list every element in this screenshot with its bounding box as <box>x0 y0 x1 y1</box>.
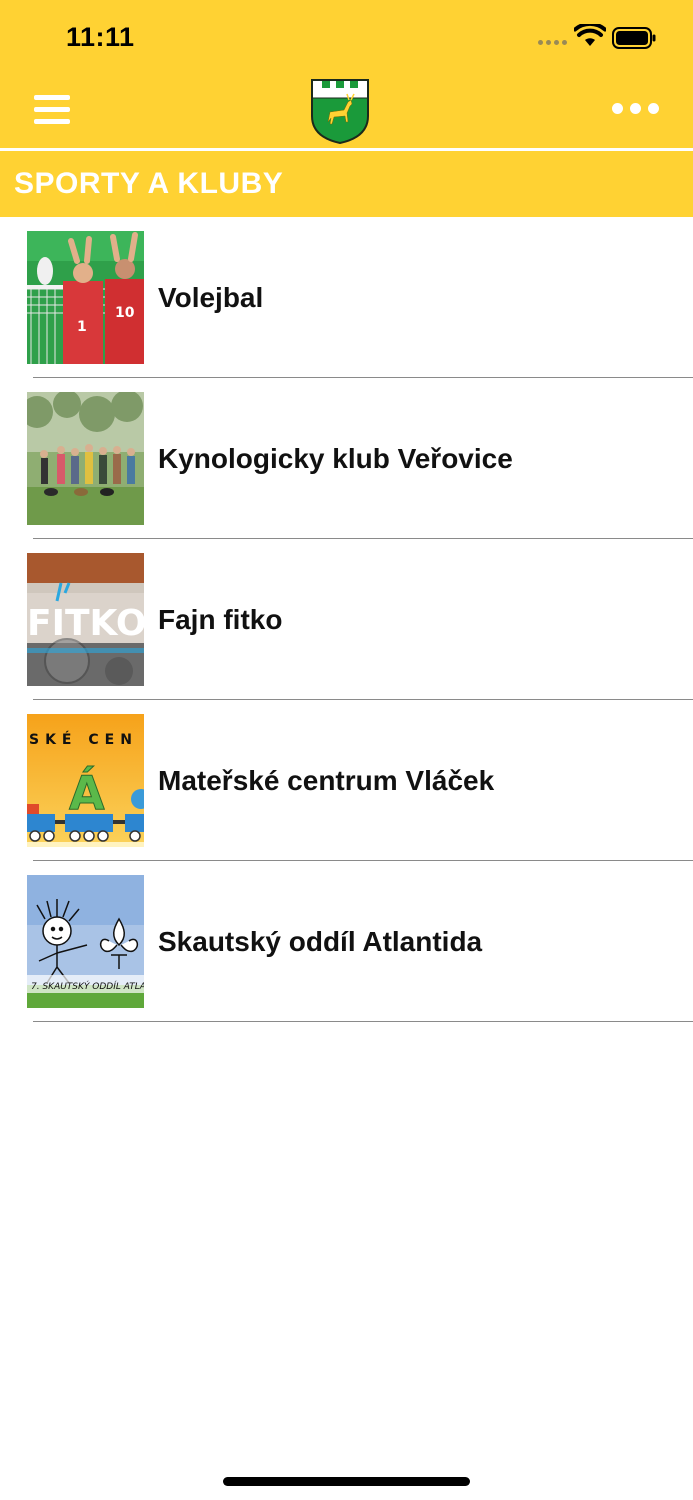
train-thumbnail: SKÉ CEN Á <box>27 714 144 847</box>
volleyball-thumbnail: 1 10 <box>27 231 144 364</box>
list-item-label: Volejbal <box>158 282 264 313</box>
svg-text:SKÉ CEN: SKÉ CEN <box>29 731 138 748</box>
ellipsis-more-icon <box>612 103 623 114</box>
list-item[interactable]: SKÉ CEN Á Mateřské centrum Vláček <box>0 700 693 861</box>
svg-text:7. SKAUTSKÝ ODDÍL ATLANTIDA: 7. SKAUTSKÝ ODDÍL ATLANTIDA <box>31 980 144 992</box>
row-divider <box>33 1021 693 1022</box>
cellular-signal-icon <box>538 40 567 45</box>
scout-thumbnail: 7. SKAUTSKÝ ODDÍL ATLANTIDA <box>27 875 144 1008</box>
list-item-label: Skautský oddíl Atlantida <box>158 926 483 957</box>
list-item[interactable]: FITKO Fajn fitko <box>0 539 693 700</box>
list-item[interactable]: 1 10 Volejbal <box>0 217 693 378</box>
clubs-list: 1 10 Volejbal Kynologicky klub Veřovice … <box>0 217 693 1022</box>
wifi-icon <box>574 24 606 46</box>
hamburger-menu-icon <box>34 95 70 100</box>
list-item-label: Fajn fitko <box>158 604 283 635</box>
svg-text:1: 1 <box>77 319 87 335</box>
list-item-label: Mateřské centrum Vláček <box>158 765 495 796</box>
svg-text:FITKO: FITKO <box>27 603 144 644</box>
list-item-label: Kynologicky klub Veřovice <box>158 443 513 474</box>
list-item[interactable]: Kynologicky klub Veřovice <box>0 378 693 539</box>
home-indicator[interactable] <box>223 1477 470 1486</box>
section-header: SPORTY A KLUBY <box>0 151 693 217</box>
section-title: SPORTY A KLUBY <box>14 167 284 200</box>
menu-button[interactable] <box>34 95 70 125</box>
dog-club-thumbnail <box>27 392 144 525</box>
svg-text:10: 10 <box>115 305 135 321</box>
coat-of-arms-logo <box>311 79 369 144</box>
list-item[interactable]: 7. SKAUTSKÝ ODDÍL ATLANTIDA Skautský odd… <box>0 861 693 1022</box>
navigation-bar: 11:11 <box>0 0 693 148</box>
more-options-button[interactable] <box>612 103 659 114</box>
battery-icon <box>612 27 656 49</box>
status-time: 11:11 <box>66 22 135 52</box>
fitness-thumbnail: FITKO <box>27 553 144 686</box>
svg-text:Á: Á <box>69 766 105 820</box>
